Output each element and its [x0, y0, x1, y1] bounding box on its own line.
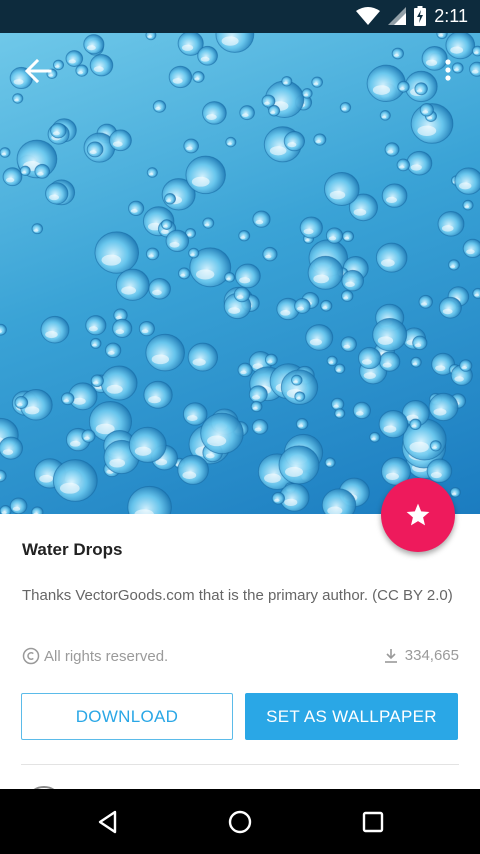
cell-signal-icon	[388, 7, 407, 25]
overflow-menu-button[interactable]	[436, 56, 460, 86]
navigation-bar	[0, 789, 480, 854]
download-button[interactable]: DOWNLOAD	[21, 693, 233, 740]
nav-back-icon	[98, 810, 117, 834]
nav-recents-button[interactable]	[351, 800, 395, 844]
battery-charging-icon	[414, 6, 427, 26]
license-text: All rights reserved.	[44, 647, 169, 665]
arrow-back-icon	[24, 58, 52, 84]
water-drops-image	[0, 33, 480, 514]
star-icon	[406, 503, 430, 526]
license-info: All rights reserved.	[22, 647, 168, 665]
favorite-button[interactable]	[381, 478, 455, 552]
download-count: 334,665	[383, 647, 459, 664]
nav-home-icon	[228, 810, 252, 834]
wallpaper-title: Water Drops	[22, 540, 123, 559]
divider	[21, 764, 459, 765]
wallpaper-preview[interactable]	[0, 33, 480, 514]
nav-back-button[interactable]	[86, 800, 130, 844]
more-vert-icon	[445, 59, 451, 81]
wifi-icon	[356, 7, 381, 25]
set-wallpaper-button[interactable]: SET AS WALLPAPER	[245, 693, 458, 740]
nav-home-button[interactable]	[218, 800, 262, 844]
download-count-text: 334,665	[404, 647, 459, 664]
back-button[interactable]	[20, 55, 56, 87]
status-bar: 2:11	[0, 0, 480, 33]
download-icon	[384, 648, 397, 663]
status-time: 2:11	[434, 6, 468, 26]
copyright-icon	[22, 647, 40, 665]
wallpaper-description: Thanks VectorGoods.com that is the prima…	[22, 587, 453, 604]
nav-recents-icon	[362, 811, 384, 833]
